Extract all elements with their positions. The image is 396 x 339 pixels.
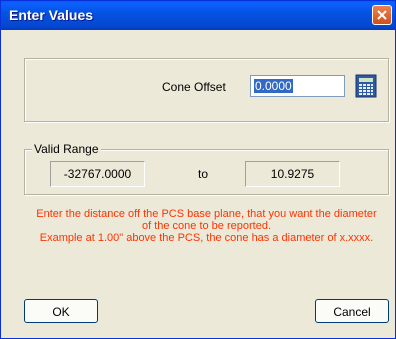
range-min-value: -32767.0000 bbox=[50, 161, 145, 187]
enter-values-dialog: Enter Values Cone Offset 0.0000 Valid Ra… bbox=[0, 0, 396, 339]
valid-range-legend: Valid Range bbox=[32, 142, 101, 156]
help-line-3: Example at 1.00" above the PCS, the cone… bbox=[39, 232, 374, 244]
cone-offset-value: 0.0000 bbox=[254, 79, 293, 93]
help-line-1: Enter the distance off the PCS base plan… bbox=[36, 208, 377, 220]
cone-offset-label: Cone Offset bbox=[162, 80, 226, 94]
help-text: Enter the distance off the PCS base plan… bbox=[24, 208, 389, 244]
help-line-2: of the cone to be reported. bbox=[141, 220, 272, 232]
ok-button[interactable]: OK bbox=[24, 299, 98, 323]
calculator-icon bbox=[355, 74, 377, 98]
cone-offset-input[interactable]: 0.0000 bbox=[250, 75, 345, 97]
close-icon bbox=[377, 10, 387, 20]
window-title: Enter Values bbox=[9, 7, 94, 23]
range-max-value: 10.9275 bbox=[245, 161, 340, 187]
cancel-button[interactable]: Cancel bbox=[315, 299, 389, 323]
calculator-button[interactable] bbox=[354, 74, 378, 98]
close-button[interactable] bbox=[372, 5, 392, 25]
title-bar[interactable]: Enter Values bbox=[1, 1, 395, 30]
range-to-label: to bbox=[198, 167, 209, 181]
